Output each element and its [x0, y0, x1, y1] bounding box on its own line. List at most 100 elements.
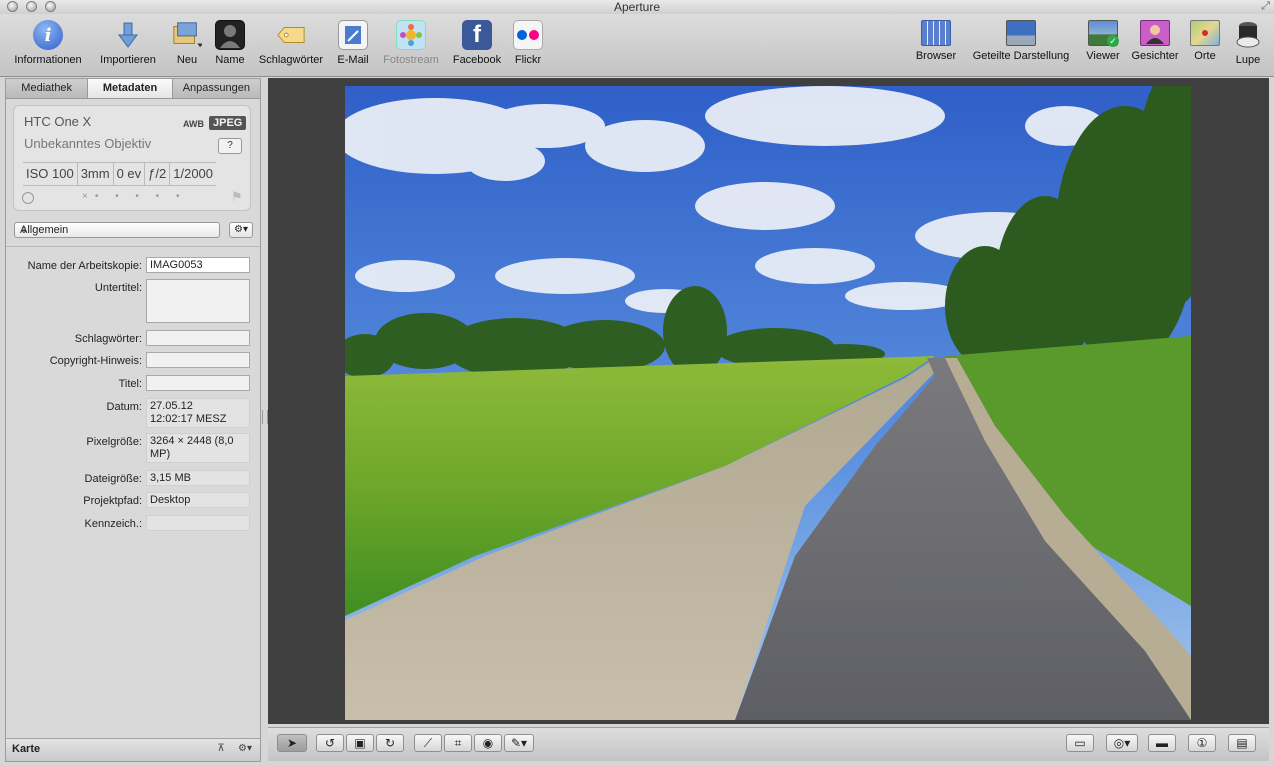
selection-tool-button[interactable]: ➤: [277, 734, 307, 752]
orte-button[interactable]: Orte: [1188, 20, 1222, 62]
exif-row: ISO 100 3mm 0 ev ƒ/2 1/2000: [23, 162, 217, 186]
importieren-label: Importieren: [100, 54, 156, 66]
importieren-button[interactable]: Importieren: [94, 20, 162, 66]
rotate-right-button[interactable]: ↻: [376, 734, 404, 752]
neu-button[interactable]: Neu: [168, 20, 206, 66]
field-label-copyright: Copyright-Hinweis:: [49, 355, 142, 367]
flag-icon[interactable]: ⚑: [231, 189, 243, 205]
crop-tool-button[interactable]: ⌗: [444, 734, 472, 752]
schlagwoerter-button[interactable]: Schlagwörter: [255, 20, 327, 66]
straighten-tool-button[interactable]: ⟋: [414, 734, 442, 752]
email-button[interactable]: E-Mail: [334, 20, 372, 66]
fullscreen-icon[interactable]: ⤢: [1261, 0, 1270, 13]
rating-dots[interactable]: • • • • •: [95, 191, 187, 202]
straighten-icon: ⟋: [423, 736, 433, 750]
countryside-path-photo[interactable]: [345, 86, 1191, 720]
name-button[interactable]: Name: [212, 20, 248, 66]
info-icon: i: [33, 20, 63, 50]
stamp-tool-button[interactable]: ▣: [346, 734, 374, 752]
view-options-button[interactable]: ◎▾: [1106, 734, 1138, 752]
camera-info-box: HTC One X Unbekanntes Objektiv AWB JPEG …: [13, 105, 251, 211]
dateigroesse-value: 3,15 MB: [146, 470, 250, 486]
one-up-icon: ①: [1196, 736, 1208, 750]
split-view-icon: [1006, 20, 1036, 46]
gear-icon[interactable]: ⚙▾: [238, 743, 252, 755]
arrow-pointer-icon: ➤: [286, 736, 298, 750]
reject-icon[interactable]: ×: [82, 191, 95, 202]
exif-shutter: 1/2000: [173, 166, 214, 181]
new-project-icon: [172, 20, 202, 50]
checkmark-icon: ✓: [1107, 35, 1119, 47]
field-label-datum: Datum:: [106, 401, 142, 413]
flickr-button[interactable]: Flickr: [510, 20, 546, 66]
import-arrow-icon: [113, 20, 143, 50]
loupe-icon: [1233, 20, 1263, 50]
browser-button[interactable]: Browser: [913, 20, 959, 62]
format-badge: JPEG: [209, 116, 247, 130]
rotate-left-icon: ↺: [324, 736, 336, 750]
field-label-dateigroesse: Dateigröße:: [84, 473, 142, 485]
eye-icon: ◉: [482, 736, 494, 750]
geteilte-darstellung-button[interactable]: Geteilte Darstellung: [966, 20, 1076, 62]
tab-mediathek[interactable]: Mediathek: [6, 79, 89, 98]
rotate-left-button[interactable]: ↺: [316, 734, 344, 752]
neu-label: Neu: [176, 54, 198, 66]
brush-tool-button[interactable]: ✎▾: [504, 734, 534, 752]
main-toolbar: i Informationen Importieren Neu Name Sch…: [0, 14, 1274, 77]
view-mode-button[interactable]: ▭: [1066, 734, 1094, 752]
kennzeich-value: [146, 515, 250, 531]
schlagwoerter-label: Schlagwörter: [258, 54, 324, 66]
crop-icon: ⌗: [454, 736, 462, 750]
field-label-projektpfad: Projektpfad:: [83, 495, 142, 507]
action-gear-button[interactable]: ⚙▾: [229, 222, 253, 238]
field-label-titel: Titel:: [118, 378, 142, 390]
gesichter-button[interactable]: Gesichter: [1129, 20, 1181, 62]
pixelgroesse-value: 3264 × 2448 (8,0 MP): [146, 433, 250, 463]
help-button[interactable]: ?: [218, 138, 242, 154]
awb-badge: AWB: [183, 119, 204, 129]
lupe-button[interactable]: Lupe: [1230, 20, 1266, 66]
divider: [6, 246, 260, 247]
arbeitskopie-field[interactable]: IMAG0053: [146, 257, 250, 273]
rating-control[interactable]: ×• • • • •: [82, 191, 186, 202]
field-label-arbeitskopie: Name der Arbeitskopie:: [27, 260, 142, 272]
fullscreen-button[interactable]: ▤: [1228, 734, 1256, 752]
viewer-icon: ✓: [1088, 20, 1119, 47]
primary-only-button[interactable]: ▬: [1148, 734, 1176, 752]
schlagwoerter-field[interactable]: [146, 330, 250, 346]
rotate-right-icon: ↻: [384, 736, 396, 750]
name-label: Name: [215, 54, 245, 66]
metadata-preset-select[interactable]: Allgemein ⇕: [14, 222, 220, 238]
fotostream-button[interactable]: Fotostream: [380, 20, 442, 66]
tab-metadaten[interactable]: Metadaten: [88, 79, 173, 98]
fullscreen-panel-icon: ▤: [1236, 736, 1248, 750]
exif-exposure-bias: 0 ev: [114, 163, 146, 185]
gear-icon: ⚙▾: [234, 224, 248, 235]
map-pin-icon: [1202, 30, 1208, 36]
red-eye-tool-button[interactable]: ◉: [474, 734, 502, 752]
flickr-label: Flickr: [514, 54, 542, 66]
stamp-icon: ▣: [354, 736, 366, 750]
single-view-button[interactable]: ①: [1188, 734, 1216, 752]
inspector-panel: Mediathek Metadaten Anpassungen HTC One …: [5, 78, 261, 762]
faces-icon: [1140, 20, 1170, 46]
facebook-icon: f: [462, 20, 492, 50]
datum-value: 27.05.12 12:02:17 MESZ: [146, 398, 250, 428]
tab-anpassungen[interactable]: Anpassungen: [173, 79, 260, 98]
exif-iso: ISO 100: [23, 163, 78, 185]
untertitel-field[interactable]: [146, 279, 250, 323]
color-label-icon[interactable]: [22, 192, 34, 204]
lupe-label: Lupe: [1235, 54, 1261, 66]
viewer-button[interactable]: ✓ Viewer: [1082, 20, 1124, 62]
titel-field[interactable]: [146, 375, 250, 391]
title-bar: Aperture ⤢: [0, 0, 1274, 15]
field-label-untertitel: Untertitel:: [94, 282, 142, 294]
map-toggle-icon[interactable]: ⊼: [214, 743, 228, 755]
exif-aperture: ƒ/2: [145, 163, 171, 185]
eye-options-icon: ◎▾: [1113, 736, 1131, 750]
informationen-button[interactable]: i Informationen: [10, 20, 86, 66]
copyright-field[interactable]: [146, 352, 250, 368]
tag-icon: [276, 20, 306, 50]
facebook-button[interactable]: f Facebook: [449, 20, 505, 66]
karte-label[interactable]: Karte: [12, 743, 40, 755]
